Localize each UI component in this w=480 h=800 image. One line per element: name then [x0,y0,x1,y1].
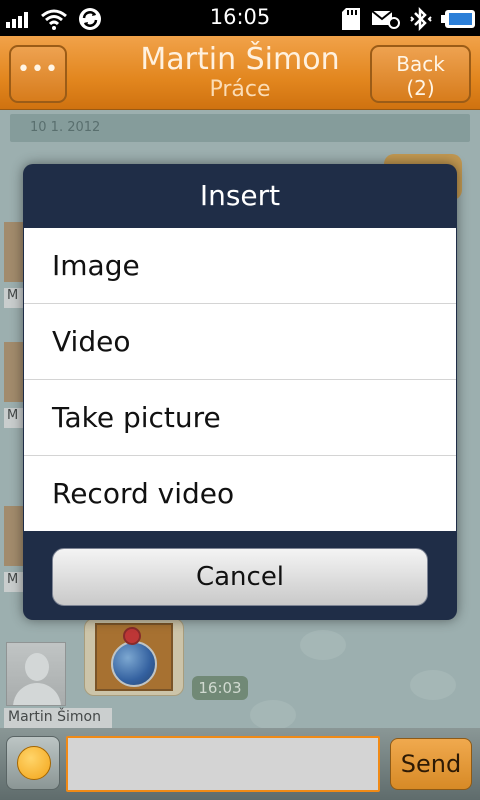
conversation-header: ••• Martin Šimon Práce Back (2) [0,36,480,110]
composer-bar: Send [0,728,480,800]
more-icon: ••• [17,57,59,82]
menu-button[interactable]: ••• [9,45,67,103]
send-button[interactable]: Send [390,738,472,790]
emoji-button[interactable] [6,736,60,790]
option-record-video[interactable]: Record video [24,456,456,532]
status-time: 16:05 [209,5,271,29]
bluetooth-icon [410,7,432,31]
dialog-title: Insert [199,179,281,212]
option-take-picture[interactable]: Take picture [24,380,456,456]
mail-icon [372,10,400,29]
smiley-icon [17,746,51,780]
option-image[interactable]: Image [24,228,456,304]
battery-icon [441,10,475,28]
back-count: (2) [406,76,435,100]
contact-group: Práce [209,77,271,102]
cancel-button[interactable]: Cancel [52,548,428,606]
contact-name: Martin Šimon [140,42,340,77]
back-button[interactable]: Back (2) [370,45,471,103]
insert-dialog: Insert Image Video Take picture Record v… [23,164,457,620]
status-bar: 16:05 [0,0,480,36]
option-video[interactable]: Video [24,304,456,380]
sd-card-icon [342,8,360,30]
dialog-options: Image Video Take picture Record video [24,228,456,531]
message-input[interactable] [66,736,380,792]
back-label: Back [396,52,445,76]
